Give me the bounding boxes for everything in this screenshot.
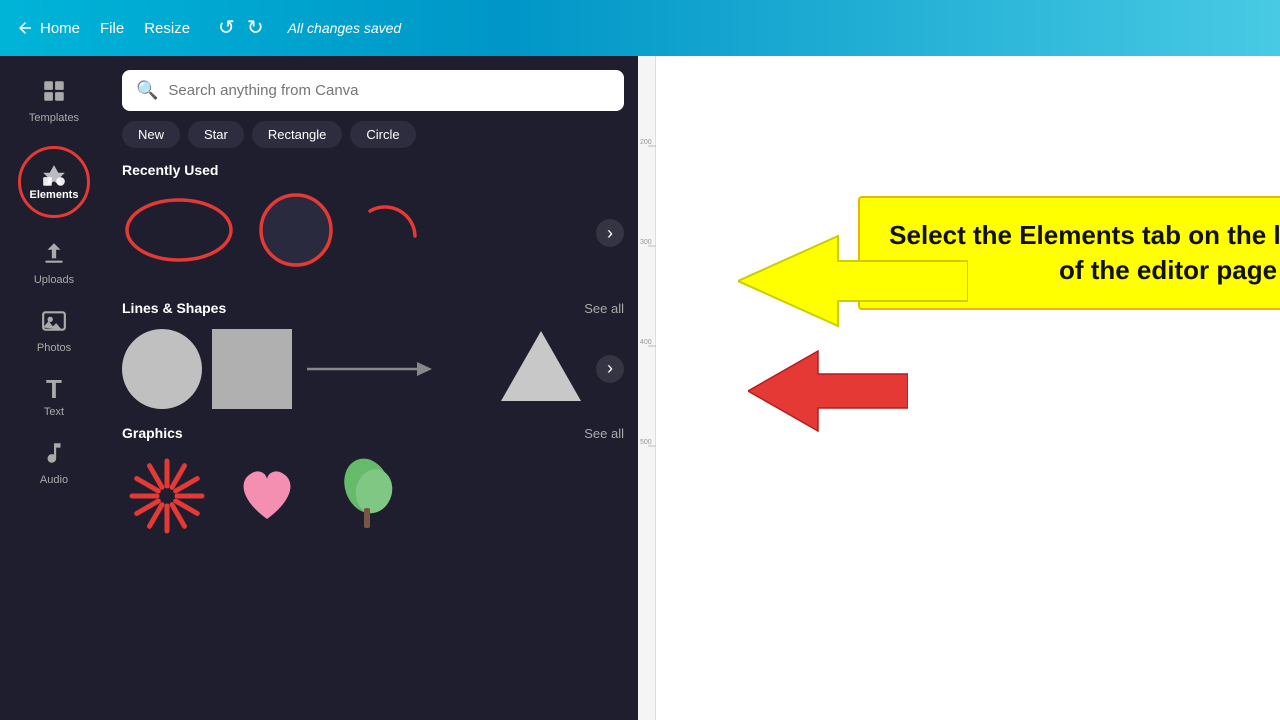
- topbar-actions: ↺ ↻: [218, 18, 264, 38]
- recently-used-title: Recently Used: [122, 162, 218, 178]
- uploads-icon: [41, 240, 67, 270]
- sidebar-item-text[interactable]: T Text: [9, 366, 99, 426]
- triangle-svg: [496, 326, 586, 406]
- graphic-heart[interactable]: [222, 451, 312, 541]
- recently-used-header: Recently Used: [122, 162, 624, 178]
- starburst-svg: [127, 456, 207, 536]
- graphic-starburst[interactable]: [122, 451, 212, 541]
- main-layout: Templates Elements Uploads: [0, 56, 1280, 720]
- sidebar-item-label: Photos: [37, 342, 71, 354]
- chip-rectangle[interactable]: Rectangle: [252, 121, 343, 148]
- text-icon: T: [46, 376, 62, 402]
- resize-label[interactable]: Resize: [144, 20, 190, 37]
- recently-shapes-row: ›: [122, 188, 624, 286]
- search-input[interactable]: [168, 82, 610, 99]
- sidebar-item-label: Uploads: [34, 274, 74, 286]
- graphics-title: Graphics: [122, 425, 183, 441]
- recently-used-section: Recently Used: [108, 162, 638, 300]
- sidebar-item-audio[interactable]: Audio: [9, 430, 99, 494]
- shape-arrow-line[interactable]: [302, 354, 486, 384]
- chip-new[interactable]: New: [122, 121, 180, 148]
- graphics-section: Graphics See all: [108, 425, 638, 555]
- chip-star[interactable]: Star: [188, 121, 244, 148]
- back-home-button[interactable]: Home: [16, 19, 80, 37]
- recently-used-next-arrow[interactable]: ›: [596, 219, 624, 247]
- save-status: All changes saved: [288, 20, 402, 36]
- sidebar-item-label: Templates: [29, 112, 79, 124]
- elements-icon: [41, 163, 67, 189]
- topbar: Home File Resize ↺ ↻ All changes saved: [0, 0, 1280, 56]
- elements-circle: Elements: [18, 146, 90, 218]
- lines-shapes-see-all[interactable]: See all: [584, 301, 624, 316]
- heart-svg: [232, 461, 302, 531]
- svg-text:200: 200: [640, 139, 652, 146]
- yellow-arrow: [738, 231, 968, 336]
- red-ellipse-svg: [122, 193, 237, 268]
- sidebar-item-elements[interactable]: Elements: [9, 136, 99, 226]
- shape-triangle[interactable]: [496, 326, 586, 411]
- sidebar-item-label: Text: [44, 406, 64, 418]
- graphics-row: [122, 451, 624, 541]
- svg-text:300: 300: [640, 239, 652, 246]
- audio-icon: [41, 440, 67, 470]
- lines-shapes-title: Lines & Shapes: [122, 300, 226, 316]
- back-icon: [16, 19, 34, 37]
- arrow-line-svg: [302, 354, 442, 384]
- shapes-next-arrow[interactable]: ›: [596, 355, 624, 383]
- search-bar[interactable]: 🔍: [122, 70, 624, 111]
- elements-icon-label: Elements: [30, 189, 79, 201]
- sidebar-item-uploads[interactable]: Uploads: [9, 230, 99, 294]
- shape-arc[interactable]: [355, 196, 425, 271]
- dark-circle-svg: [251, 188, 341, 273]
- arc-svg: [355, 196, 425, 266]
- home-label: Home: [40, 20, 80, 37]
- red-arrow: [748, 346, 908, 441]
- file-label[interactable]: File: [100, 20, 124, 37]
- sidebar-item-templates[interactable]: Templates: [9, 68, 99, 132]
- filter-chips: New Star Rectangle Circle: [108, 121, 638, 158]
- yellow-arrow-svg: [738, 231, 968, 331]
- elements-panel: 🔍 New Star Rectangle Circle Recently Use…: [108, 56, 638, 720]
- sidebar-item-photos[interactable]: Photos: [9, 298, 99, 362]
- sidebar-item-label: Audio: [40, 474, 68, 486]
- shape-gray-square[interactable]: [212, 329, 292, 409]
- graphic-nature[interactable]: [322, 451, 412, 541]
- templates-icon: [41, 78, 67, 108]
- chip-circle[interactable]: Circle: [350, 121, 415, 148]
- shapes-row: ›: [122, 326, 624, 411]
- gray-square: [212, 329, 292, 409]
- red-arrow-svg: [748, 346, 908, 436]
- graphics-header: Graphics See all: [122, 425, 624, 441]
- canvas-area[interactable]: 200 300 400 500 Select the Elements tab …: [638, 56, 1280, 720]
- ruler-vertical: 200 300 400 500: [638, 56, 656, 720]
- lines-shapes-section: Lines & Shapes See all: [108, 300, 638, 425]
- shape-gray-circle[interactable]: [122, 329, 202, 409]
- sidebar: Templates Elements Uploads: [0, 56, 108, 720]
- shape-red-ellipse[interactable]: [122, 193, 237, 273]
- nature-svg: [332, 456, 402, 536]
- svg-text:400: 400: [640, 339, 652, 346]
- redo-button[interactable]: ↻: [247, 18, 264, 38]
- shape-dark-circle[interactable]: [251, 188, 341, 278]
- search-icon: 🔍: [136, 80, 158, 101]
- graphics-see-all[interactable]: See all: [584, 426, 624, 441]
- undo-button[interactable]: ↺: [218, 18, 235, 38]
- svg-text:500: 500: [640, 439, 652, 446]
- lines-shapes-header: Lines & Shapes See all: [122, 300, 624, 316]
- photos-icon: [41, 308, 67, 338]
- gray-circle: [122, 329, 202, 409]
